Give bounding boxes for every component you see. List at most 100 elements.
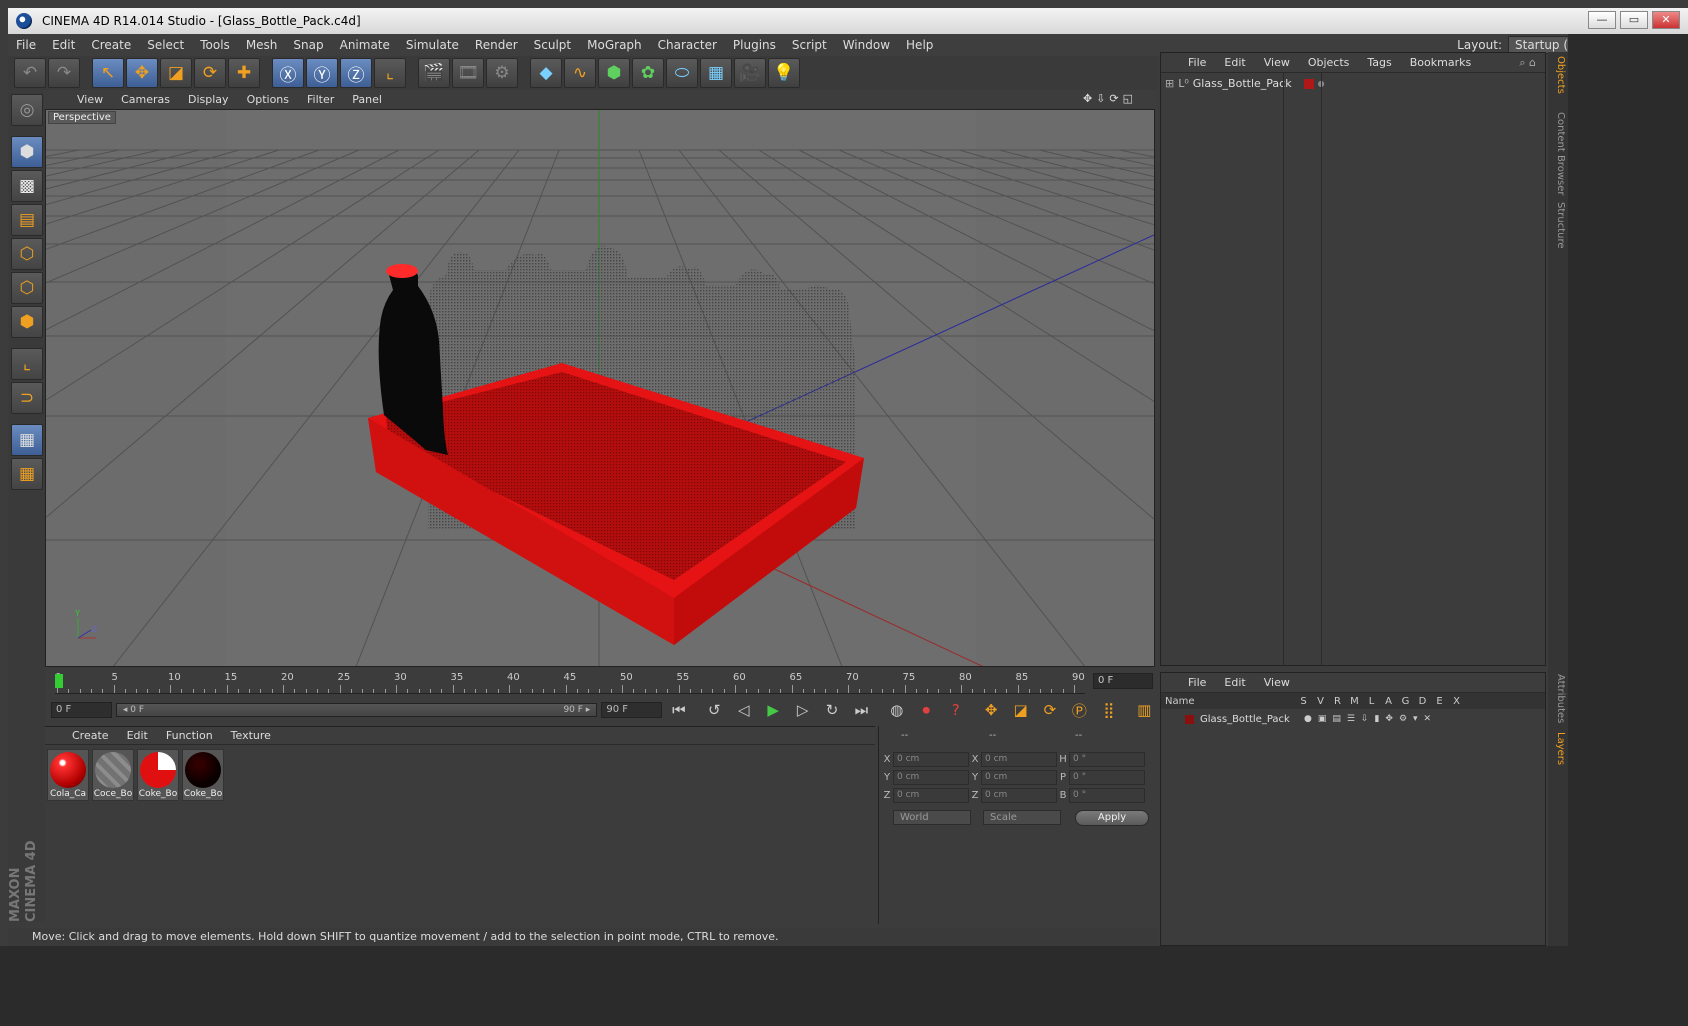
redo-icon[interactable]: ↷ bbox=[48, 58, 80, 88]
object-menu-view[interactable]: View bbox=[1255, 56, 1299, 69]
move-tool-icon[interactable]: ✥ bbox=[126, 58, 158, 88]
material-swatch[interactable]: Cola_Ca bbox=[47, 749, 89, 801]
viewport-menu-view[interactable]: View bbox=[68, 93, 112, 106]
next-frame-icon[interactable]: ▷ bbox=[790, 699, 815, 721]
menu-file[interactable]: File bbox=[8, 38, 44, 52]
menu-tools[interactable]: Tools bbox=[192, 38, 238, 52]
rotation-h-field[interactable]: 0 ° bbox=[1069, 752, 1145, 767]
go-to-start-icon[interactable]: ⏮ bbox=[666, 699, 691, 721]
model-mode-icon[interactable]: ⬢ bbox=[11, 136, 43, 168]
menu-sculpt[interactable]: Sculpt bbox=[526, 38, 579, 52]
object-menu-tags[interactable]: Tags bbox=[1358, 56, 1400, 69]
object-row[interactable]: ⊞ L⁰ Glass_Bottle_Pack ● bbox=[1165, 77, 1325, 90]
next-key-icon[interactable]: ↻ bbox=[819, 699, 844, 721]
menu-mesh[interactable]: Mesh bbox=[238, 38, 286, 52]
record-parameter-icon[interactable]: Ⓟ bbox=[1067, 699, 1092, 721]
make-editable-icon[interactable]: ◎ bbox=[11, 94, 43, 126]
menu-plugins[interactable]: Plugins bbox=[725, 38, 784, 52]
layer-menu-file[interactable]: File bbox=[1179, 676, 1215, 689]
layer-menu-view[interactable]: View bbox=[1255, 676, 1299, 689]
object-search-icon[interactable]: ⌕ ⌂ bbox=[1510, 56, 1545, 70]
menu-snap[interactable]: Snap bbox=[285, 38, 331, 52]
material-menu-function[interactable]: Function bbox=[157, 729, 222, 742]
timeline-ruler[interactable]: 051015202530354045505560657075808590 bbox=[55, 672, 1085, 694]
tab-attributes[interactable]: Attributes bbox=[1550, 674, 1566, 723]
rotate-tool-icon[interactable]: ⟳ bbox=[194, 58, 226, 88]
frame-range-slider[interactable]: ◂ 0 F 90 F ▸ bbox=[115, 703, 598, 717]
live-selection-icon[interactable]: ↖ bbox=[92, 58, 124, 88]
workplane-lock-icon[interactable]: ▦ bbox=[11, 424, 43, 456]
tab-layers[interactable]: Layers bbox=[1550, 732, 1566, 765]
light-icon[interactable]: 💡 bbox=[768, 58, 800, 88]
menu-simulate[interactable]: Simulate bbox=[398, 38, 467, 52]
edit-render-settings-icon[interactable]: ⚙ bbox=[486, 58, 518, 88]
previous-key-icon[interactable]: ↺ bbox=[702, 699, 727, 721]
last-tool-icon[interactable]: ✚ bbox=[228, 58, 260, 88]
layer-color-icon[interactable] bbox=[1185, 714, 1194, 724]
menu-select[interactable]: Select bbox=[139, 38, 192, 52]
size-z-field[interactable]: 0 cm bbox=[981, 788, 1057, 803]
timeline[interactable]: 051015202530354045505560657075808590 0 F bbox=[45, 668, 1157, 696]
material-swatch[interactable]: Coke_Bo bbox=[182, 749, 224, 801]
close-button[interactable]: ✕ bbox=[1652, 11, 1680, 29]
minimize-button[interactable]: — bbox=[1588, 11, 1616, 29]
workplane-mode-icon[interactable]: ▤ bbox=[11, 204, 43, 236]
x-axis-lock-icon[interactable]: Ⓧ bbox=[272, 58, 304, 88]
tab-content-browser[interactable]: Content Browser bbox=[1550, 112, 1566, 195]
viewport-menu-cameras[interactable]: Cameras bbox=[112, 93, 179, 106]
timeline-window-icon[interactable]: ▥ bbox=[1132, 699, 1157, 721]
viewport-menu-filter[interactable]: Filter bbox=[298, 93, 343, 106]
viewport-navigation-icons[interactable]: ✥⇩⟳◱ bbox=[1074, 92, 1146, 105]
rotation-p-field[interactable]: 0 ° bbox=[1069, 770, 1145, 785]
timeline-playhead[interactable] bbox=[55, 674, 63, 688]
nurbs-icon[interactable]: ⬢ bbox=[598, 58, 630, 88]
spline-icon[interactable]: ∿ bbox=[564, 58, 596, 88]
size-x-field[interactable]: 0 cm bbox=[981, 752, 1057, 767]
points-mode-icon[interactable]: ⬡ bbox=[11, 238, 43, 270]
coord-mode-dropdown[interactable]: Scale bbox=[983, 810, 1061, 825]
maximize-button[interactable]: ▭ bbox=[1620, 11, 1648, 29]
object-menu-edit[interactable]: Edit bbox=[1215, 56, 1254, 69]
axis-mode-icon[interactable]: ⌞ bbox=[11, 348, 43, 380]
menu-mograph[interactable]: MoGraph bbox=[579, 38, 650, 52]
viewport-menu-display[interactable]: Display bbox=[179, 93, 238, 106]
edges-mode-icon[interactable]: ⬡ bbox=[11, 272, 43, 304]
object-menu-objects[interactable]: Objects bbox=[1299, 56, 1359, 69]
record-position-icon[interactable]: ✥ bbox=[978, 699, 1003, 721]
menu-create[interactable]: Create bbox=[83, 38, 139, 52]
tab-objects[interactable]: Objects bbox=[1550, 56, 1566, 94]
object-menu-file[interactable]: File bbox=[1179, 56, 1215, 69]
layer-menu-edit[interactable]: Edit bbox=[1215, 676, 1254, 689]
camera-icon[interactable]: 🎥 bbox=[734, 58, 766, 88]
min-frame-field[interactable]: 0 F bbox=[51, 702, 112, 718]
polygons-mode-icon[interactable]: ⬢ bbox=[11, 306, 43, 338]
record-point-level-icon[interactable]: ⣿ bbox=[1096, 699, 1121, 721]
y-axis-lock-icon[interactable]: Ⓨ bbox=[306, 58, 338, 88]
viewport-menu-panel[interactable]: Panel bbox=[343, 93, 391, 106]
expand-icon[interactable]: ⊞ bbox=[1165, 77, 1174, 90]
rotation-b-field[interactable]: 0 ° bbox=[1069, 788, 1145, 803]
autokey-icon[interactable]: ⏺ bbox=[914, 699, 939, 721]
position-z-field[interactable]: 0 cm bbox=[893, 788, 969, 803]
position-y-field[interactable]: 0 cm bbox=[893, 770, 969, 785]
current-frame-field[interactable]: 0 F bbox=[1093, 673, 1153, 689]
menu-help[interactable]: Help bbox=[898, 38, 941, 52]
record-scale-icon[interactable]: ◪ bbox=[1008, 699, 1033, 721]
record-rotation-icon[interactable]: ⟳ bbox=[1037, 699, 1062, 721]
array-icon[interactable]: ✿ bbox=[632, 58, 664, 88]
material-swatch[interactable]: Coce_Bo bbox=[92, 749, 134, 801]
tab-structure[interactable]: Structure bbox=[1550, 202, 1566, 249]
material-swatch[interactable]: Coke_Bo bbox=[137, 749, 179, 801]
coord-space-dropdown[interactable]: World bbox=[893, 810, 971, 825]
undo-icon[interactable]: ↶ bbox=[14, 58, 46, 88]
viewport-menu-options[interactable]: Options bbox=[238, 93, 298, 106]
render-to-picture-viewer-icon[interactable]: 🎞 bbox=[452, 58, 484, 88]
render-view-icon[interactable]: 🎬 bbox=[418, 58, 450, 88]
material-menu-create[interactable]: Create bbox=[63, 729, 118, 742]
previous-frame-icon[interactable]: ◁ bbox=[731, 699, 756, 721]
material-menu-edit[interactable]: Edit bbox=[118, 729, 157, 742]
play-icon[interactable]: ▶ bbox=[760, 699, 785, 721]
menu-render[interactable]: Render bbox=[467, 38, 526, 52]
layer-flag-icons[interactable]: ●▣▤☰⇩▮✥⚙▾✕ bbox=[1304, 714, 1437, 724]
go-to-end-icon[interactable]: ⏭ bbox=[849, 699, 874, 721]
